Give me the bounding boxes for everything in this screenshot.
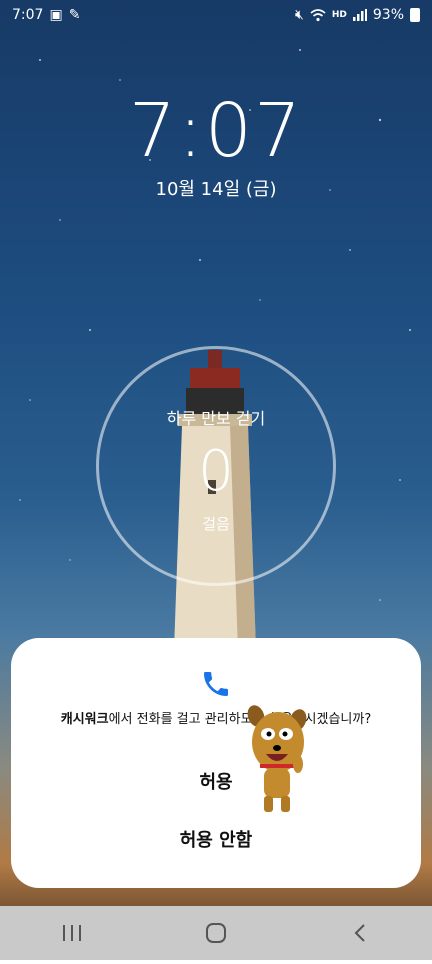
permission-dialog: 캐시워크에서 전화를 걸고 관리하도록 허용하시겠습니까? 허용 허용 안함 [11,638,421,888]
step-counter-widget[interactable]: 하루 만보 걷기 0 걸음 [96,346,336,586]
lockscreen-clock: 7:07 [128,88,304,174]
step-unit: 걸음 [202,515,230,533]
gallery-notification-icon: ▣ [49,7,63,23]
status-time: 7:07 [12,7,44,23]
mute-icon: 🔇︎ [295,7,304,23]
dialog-app-name: 캐시워크 [60,712,109,727]
dialog-message-text: 에서 전화를 걸고 관리하도록 허용하시겠습니까? [108,712,372,727]
status-bar: 7:07 ▣ ✎ 🔇︎ HD 93% [0,0,432,30]
home-icon [206,923,226,943]
dialog-message: 캐시워크에서 전화를 걸고 관리하도록 허용하시겠습니까? [11,708,421,727]
navigation-bar [0,906,432,960]
back-button[interactable] [330,913,390,953]
allow-button[interactable]: 허용 [11,768,421,794]
recents-button[interactable] [42,913,102,953]
wifi-icon [310,9,326,22]
step-count: 0 [198,439,234,504]
step-widget-title: 하루 만보 걷기 [166,409,266,428]
lockscreen-date: 10월 14일 (금) [155,179,277,200]
battery-percent: 93% [372,7,404,23]
deny-button[interactable]: 허용 안함 [11,826,421,852]
home-button[interactable] [186,913,246,953]
recents-icon [63,925,81,941]
hd-voice-icon: HD [331,10,347,20]
app-notification-icon: ✎ [68,7,81,23]
phone-icon [204,672,228,696]
dog-character-sticker [247,705,307,812]
battery-icon [410,8,420,22]
signal-icon [352,9,367,21]
back-icon [354,924,365,942]
